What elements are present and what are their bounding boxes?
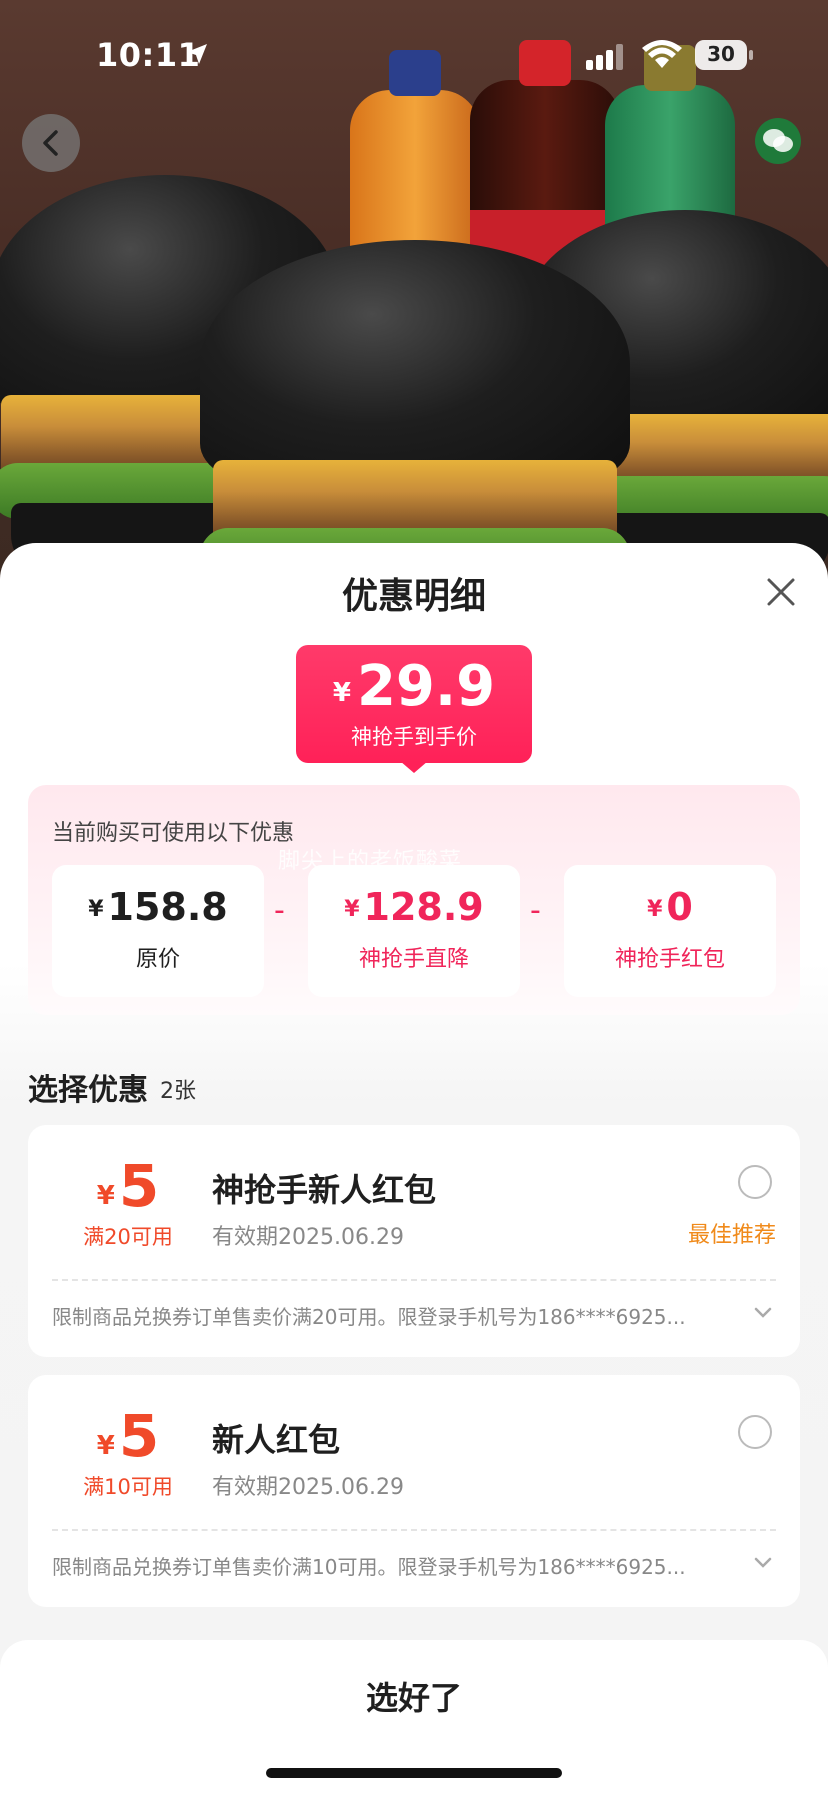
coupon-validity: 有效期2025.06.29 — [212, 1475, 404, 1500]
coupon-section-title: 选择优惠 — [28, 1073, 148, 1108]
confirm-button[interactable]: 选好了 — [0, 1668, 828, 1728]
home-indicator — [266, 1768, 562, 1778]
chevron-left-icon — [43, 130, 58, 156]
wechat-icon — [763, 129, 793, 152]
wifi-icon — [642, 40, 682, 68]
cellular-signal-icon — [586, 44, 623, 70]
coupon-condition: 满20可用 — [83, 1225, 173, 1249]
battery-indicator: 30 — [695, 40, 753, 70]
red-packet-box: ¥0 神抢手红包 — [564, 865, 776, 997]
coupon-amount: ¥5 — [96, 1152, 160, 1220]
final-price: ¥29.9 — [332, 654, 496, 719]
coupon-amount: ¥5 — [96, 1402, 160, 1470]
product-hero-image — [0, 0, 828, 600]
coupon-name: 新人红包 — [212, 1421, 341, 1459]
coupon-description: 限制商品兑换券订单售卖价满10可用。限登录手机号为186****6925... — [52, 1555, 686, 1579]
coupon-card[interactable]: ¥5 满10可用 新人红包 有效期2025.06.29 限制商品兑换券订单售卖价… — [28, 1375, 800, 1607]
sheet-title: 优惠明细 — [341, 576, 486, 617]
coupon-condition: 满10可用 — [83, 1475, 173, 1499]
discount-breakdown-panel: 当前购买可使用以下优惠 脚尖上的老饭酸菜 ¥158.8 原价 - ¥128.9 … — [28, 785, 800, 1015]
chevron-down-icon[interactable] — [754, 1557, 772, 1569]
location-arrow-icon — [187, 44, 207, 64]
direct-discount-box: ¥128.9 神抢手直降 — [308, 865, 520, 997]
discount-details-sheet: 优惠明细 ¥29.9 神抢手到手价 当前购买可使用以下优惠 脚尖上的老饭酸菜 ¥… — [0, 543, 828, 1795]
dashed-divider — [52, 1279, 776, 1281]
coupon-description: 限制商品兑换券订单售卖价满20可用。限登录手机号为186****6925... — [52, 1305, 686, 1329]
final-price-caption: 神抢手到手价 — [351, 725, 477, 749]
wechat-share-button[interactable] — [755, 118, 801, 164]
price-badge-pointer — [400, 761, 428, 773]
coupon-card[interactable]: ¥5 满20可用 神抢手新人红包 有效期2025.06.29 最佳推荐 限制商品… — [28, 1125, 800, 1357]
discount-intro-text: 当前购买可使用以下优惠 — [52, 821, 295, 846]
battery-level: 30 — [707, 42, 735, 66]
minus-sign: - — [530, 893, 541, 928]
original-price-box: ¥158.8 原价 — [52, 865, 264, 997]
dashed-divider — [52, 1529, 776, 1531]
coupon-select-radio[interactable] — [738, 1165, 772, 1199]
final-price-badge: ¥29.9 神抢手到手价 — [296, 645, 532, 763]
chevron-down-icon[interactable] — [754, 1307, 772, 1319]
close-icon[interactable] — [764, 575, 798, 609]
coupon-name: 神抢手新人红包 — [212, 1171, 437, 1209]
back-button[interactable] — [22, 114, 80, 172]
coupon-validity: 有效期2025.06.29 — [212, 1225, 404, 1250]
coupon-select-radio[interactable] — [738, 1415, 772, 1449]
minus-sign: - — [274, 893, 285, 928]
coupon-count: 2张 — [160, 1079, 196, 1104]
best-recommend-badge: 最佳推荐 — [687, 1223, 776, 1248]
